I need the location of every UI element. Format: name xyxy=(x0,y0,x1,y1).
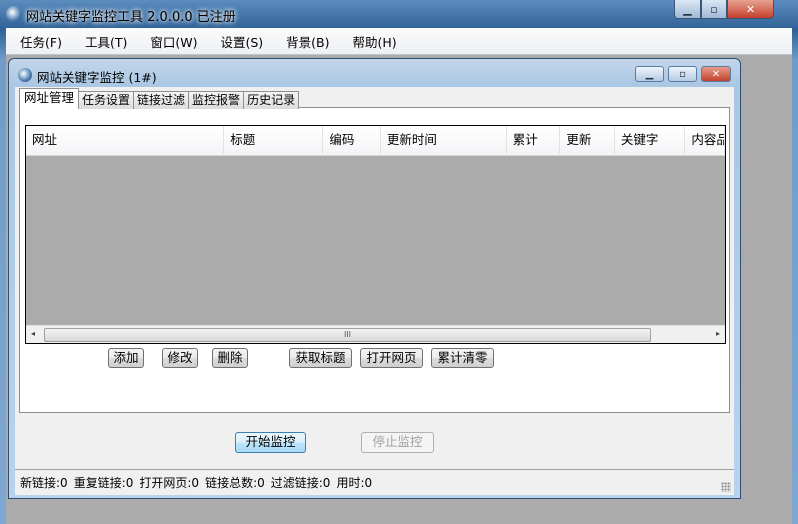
title-bar: 网站关键字监控工具 2.0.0.0 已注册 ▁ ▫ ✕ xyxy=(0,0,798,28)
status-bar: 新链接:0 重复链接:0 打开网页:0 链接总数:0 过滤链接:0 用时:0 xyxy=(15,469,734,495)
col-url[interactable]: 网址 xyxy=(26,126,225,156)
child-window: 网站关键字监控 (1#) ▁ ▫ ✕ 网址 标题 编码 更新时间 累计 更新 关… xyxy=(8,58,741,499)
tab-monitor-alarm[interactable]: 监控报警 xyxy=(188,91,245,109)
menu-help[interactable]: 帮助(H) xyxy=(353,32,397,51)
child-close-button[interactable]: ✕ xyxy=(701,66,731,82)
status-elapsed: 用时:0 xyxy=(336,476,373,490)
menu-window[interactable]: 窗口(W) xyxy=(150,32,197,51)
status-filtered-links: 过滤链接:0 xyxy=(270,476,331,490)
reset-count-button[interactable]: 累计清零 xyxy=(431,348,494,368)
tab-task-settings[interactable]: 任务设置 xyxy=(78,91,135,109)
col-title[interactable]: 标题 xyxy=(224,126,324,156)
add-button[interactable]: 添加 xyxy=(108,348,144,368)
url-list[interactable]: 网址 标题 编码 更新时间 累计 更新 关键字 内容品 ◂ III ▸ xyxy=(25,125,726,344)
get-title-button[interactable]: 获取标题 xyxy=(289,348,352,368)
menu-bar: 任务(F) 工具(T) 窗口(W) 设置(S) 背景(B) 帮助(H) xyxy=(6,28,792,55)
child-globe-icon xyxy=(18,68,32,82)
status-new-links: 新链接:0 xyxy=(20,476,68,490)
start-monitor-button[interactable]: 开始监控 xyxy=(235,432,306,453)
list-header: 网址 标题 编码 更新时间 累计 更新 关键字 内容品 xyxy=(26,126,725,156)
scroll-right-icon[interactable]: ▸ xyxy=(716,329,720,338)
child-client: 网址 标题 编码 更新时间 累计 更新 关键字 内容品 ◂ III ▸ 添加 修… xyxy=(15,87,734,495)
col-keyword[interactable]: 关键字 xyxy=(615,126,686,156)
maximize-button[interactable]: ▫ xyxy=(701,0,727,19)
app-globe-icon xyxy=(6,6,22,22)
col-update-time[interactable]: 更新时间 xyxy=(381,126,507,156)
menu-tools[interactable]: 工具(T) xyxy=(85,32,127,51)
child-maximize-button[interactable]: ▫ xyxy=(668,66,697,82)
child-title: 网站关键字监控 (1#) xyxy=(37,70,157,85)
status-total-links: 链接总数:0 xyxy=(205,476,265,490)
tab-history[interactable]: 历史记录 xyxy=(243,91,300,109)
scroll-left-icon[interactable]: ◂ xyxy=(31,329,35,338)
status-opened-pages: 打开网页:0 xyxy=(139,476,200,490)
tab-url-management[interactable]: 网址管理 xyxy=(19,88,80,109)
scroll-thumb[interactable]: III xyxy=(44,328,651,342)
child-minimize-button[interactable]: ▁ xyxy=(635,66,664,82)
tab-link-filter[interactable]: 链接过滤 xyxy=(133,91,190,109)
status-duplicate-links: 重复链接:0 xyxy=(73,476,134,490)
main-window: 网站关键字监控工具 2.0.0.0 已注册 ▁ ▫ ✕ 任务(F) 工具(T) … xyxy=(0,0,798,524)
edit-button[interactable]: 修改 xyxy=(162,348,198,368)
col-updated[interactable]: 更新 xyxy=(560,126,615,156)
col-content[interactable]: 内容品 xyxy=(685,126,725,156)
col-encoding[interactable]: 编码 xyxy=(323,126,381,156)
menu-settings[interactable]: 设置(S) xyxy=(220,32,263,51)
open-page-button[interactable]: 打开网页 xyxy=(360,348,423,368)
tab-strip: 网址管理 任务设置 链接过滤 监控报警 历史记录 xyxy=(19,88,300,109)
delete-button[interactable]: 删除 xyxy=(212,348,248,368)
menu-task[interactable]: 任务(F) xyxy=(20,32,62,51)
col-total[interactable]: 累计 xyxy=(507,126,561,156)
minimize-button[interactable]: ▁ xyxy=(674,0,701,19)
menu-background[interactable]: 背景(B) xyxy=(286,32,329,51)
stop-monitor-button: 停止监控 xyxy=(361,432,434,453)
resize-grip-icon[interactable] xyxy=(721,482,731,492)
close-button[interactable]: ✕ xyxy=(727,0,774,19)
horizontal-scrollbar[interactable]: ◂ III ▸ xyxy=(26,325,725,343)
window-title: 网站关键字监控工具 2.0.0.0 已注册 xyxy=(26,10,236,25)
tab-page-url-management: 网址 标题 编码 更新时间 累计 更新 关键字 内容品 ◂ III ▸ 添加 修… xyxy=(19,107,730,413)
